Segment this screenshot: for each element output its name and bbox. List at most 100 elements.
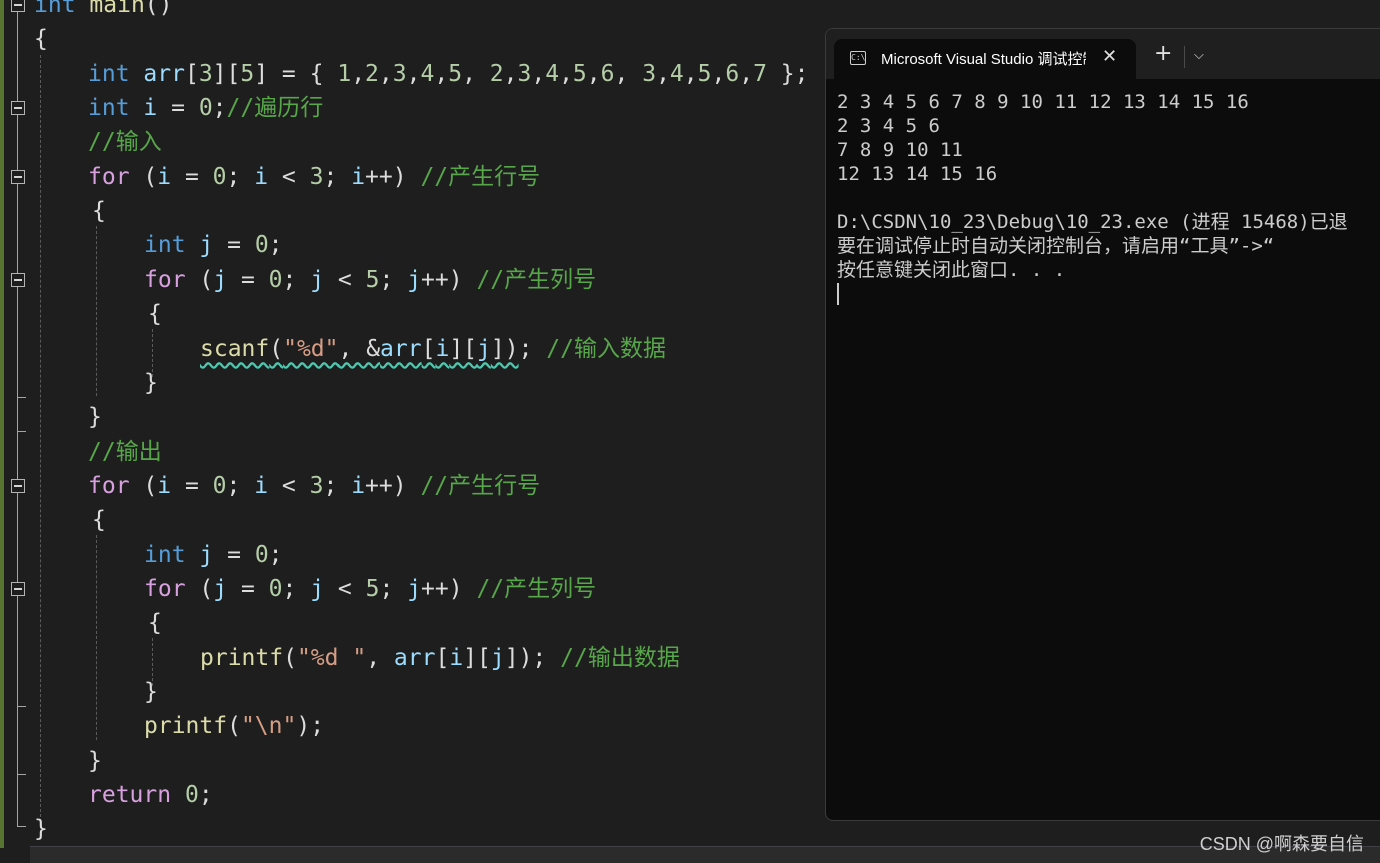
code-token: ( bbox=[227, 713, 241, 740]
code-token: ][ bbox=[463, 644, 491, 671]
code-token: for bbox=[88, 472, 130, 499]
debug-console-window[interactable]: C:\ Microsoft Visual Studio 调试控制台 ✕ + ⌵ … bbox=[825, 28, 1380, 821]
code-token: j bbox=[407, 266, 422, 293]
code-token: 0 bbox=[184, 782, 199, 809]
code-token: int bbox=[34, 0, 76, 18]
new-tab-plus-icon[interactable]: + bbox=[1154, 43, 1172, 65]
code-token: 5 bbox=[365, 575, 380, 602]
code-token: 3 bbox=[392, 60, 407, 87]
code-token: < bbox=[324, 575, 366, 602]
code-token: //输入 bbox=[88, 129, 162, 156]
code-token: { bbox=[148, 301, 162, 328]
code-line[interactable]: printf("%d ", arr[i][j]); //输出数据 bbox=[200, 641, 680, 675]
code-token: int bbox=[88, 95, 130, 122]
code-line[interactable]: int arr[3][5] = { 1,2,3,4,5, 2,3,4,5,6, … bbox=[88, 57, 808, 91]
fold-toggle-icon[interactable] bbox=[11, 101, 25, 115]
console-line: 12 13 14 15 16 bbox=[837, 163, 998, 185]
code-token: i bbox=[351, 163, 366, 190]
code-token: { bbox=[148, 610, 162, 637]
code-token: "%d " bbox=[296, 644, 367, 671]
code-token: i bbox=[157, 163, 172, 190]
code-token: 4 bbox=[545, 60, 560, 87]
code-token: 5 bbox=[448, 60, 463, 87]
code-line[interactable]: int j = 0; bbox=[144, 538, 283, 572]
code-line[interactable]: { bbox=[92, 194, 106, 228]
code-line[interactable]: { bbox=[34, 22, 48, 56]
console-tab[interactable]: C:\ Microsoft Visual Studio 调试控制台 ✕ bbox=[834, 39, 1136, 79]
console-line: 2 3 4 5 6 7 8 9 10 11 12 13 14 15 16 bbox=[837, 91, 1249, 113]
code-line[interactable]: for (j = 0; j < 5; j++) //产生列号 bbox=[144, 263, 596, 297]
code-token: j bbox=[310, 575, 325, 602]
code-line[interactable]: return 0; bbox=[88, 778, 213, 812]
code-token: ( bbox=[269, 335, 284, 362]
code-line[interactable]: //输出 bbox=[88, 435, 162, 469]
code-token: j bbox=[490, 644, 505, 671]
code-token: ++) bbox=[365, 472, 421, 499]
close-tab-icon[interactable]: ✕ bbox=[1102, 46, 1117, 67]
code-token: = bbox=[157, 95, 199, 122]
code-token: i bbox=[435, 335, 450, 362]
code-line[interactable]: { bbox=[148, 606, 162, 640]
code-token: = bbox=[227, 266, 269, 293]
code-token: 0 bbox=[212, 163, 227, 190]
code-token: [ bbox=[184, 60, 199, 87]
code-token: 7 bbox=[753, 60, 767, 87]
fold-toggle-icon[interactable] bbox=[11, 582, 25, 596]
code-line[interactable]: int i = 0;//遍历行 bbox=[88, 91, 323, 125]
code-token: j bbox=[213, 266, 228, 293]
code-token: ; bbox=[323, 163, 352, 190]
code-line[interactable]: } bbox=[88, 744, 102, 778]
code-line[interactable]: } bbox=[88, 400, 102, 434]
fold-toggle-icon[interactable] bbox=[11, 170, 25, 184]
code-token: "%d" bbox=[283, 335, 339, 362]
code-token: scanf bbox=[200, 335, 270, 362]
code-token: < bbox=[268, 472, 310, 499]
code-line[interactable]: { bbox=[148, 297, 162, 331]
code-token: ; bbox=[268, 541, 283, 568]
code-line[interactable]: } bbox=[144, 366, 158, 400]
code-line[interactable]: { bbox=[92, 503, 106, 537]
code-line[interactable]: for (i = 0; i < 3; i++) //产生行号 bbox=[88, 469, 540, 503]
code-token: printf bbox=[144, 713, 228, 740]
fold-toggle-icon[interactable] bbox=[11, 0, 25, 12]
code-token: ; bbox=[323, 472, 352, 499]
code-line[interactable]: int main() bbox=[34, 0, 173, 22]
horizontal-scrollbar[interactable] bbox=[30, 846, 1380, 863]
console-title-bar[interactable]: C:\ Microsoft Visual Studio 调试控制台 ✕ + ⌵ bbox=[826, 29, 1380, 79]
chevron-down-icon[interactable]: ⌵ bbox=[1194, 48, 1204, 63]
fold-line bbox=[17, 12, 18, 101]
code-line[interactable]: for (j = 0; j < 5; j++) //产生列号 bbox=[144, 572, 596, 606]
indent-guide bbox=[96, 226, 97, 396]
code-token: 6 bbox=[725, 60, 740, 87]
code-token: = bbox=[213, 541, 255, 568]
code-line[interactable]: scanf("%d", &arr[i][j]); //输入数据 bbox=[200, 332, 666, 366]
code-token: //输入数据 bbox=[546, 335, 666, 362]
text-cursor bbox=[837, 283, 839, 305]
code-token: { bbox=[92, 507, 106, 534]
code-line[interactable]: } bbox=[34, 812, 48, 846]
fold-end-tick bbox=[17, 826, 26, 827]
fold-toggle-icon[interactable] bbox=[11, 479, 25, 493]
code-token: j bbox=[477, 335, 491, 362]
code-token: } bbox=[88, 747, 102, 774]
code-line[interactable]: } bbox=[144, 675, 158, 709]
fold-toggle-icon[interactable] bbox=[11, 273, 25, 287]
code-token: j bbox=[407, 575, 422, 602]
code-line[interactable]: int j = 0; bbox=[144, 228, 283, 262]
fold-line bbox=[17, 596, 18, 826]
code-token: < bbox=[324, 266, 366, 293]
code-token: < bbox=[268, 163, 310, 190]
code-line[interactable]: //输入 bbox=[88, 125, 162, 159]
code-token: ; bbox=[268, 232, 283, 259]
code-token: ; bbox=[226, 472, 255, 499]
code-token: 5 bbox=[572, 60, 587, 87]
indent-guide bbox=[96, 535, 97, 740]
code-token: 1 bbox=[337, 60, 352, 87]
code-line[interactable]: printf("\n"); bbox=[144, 709, 324, 743]
console-line: D:\CSDN\10_23\Debug\10_23.exe (进程 15468)… bbox=[837, 211, 1348, 233]
code-token: , bbox=[503, 60, 518, 87]
code-line[interactable]: for (i = 0; i < 3; i++) //产生行号 bbox=[88, 160, 540, 194]
